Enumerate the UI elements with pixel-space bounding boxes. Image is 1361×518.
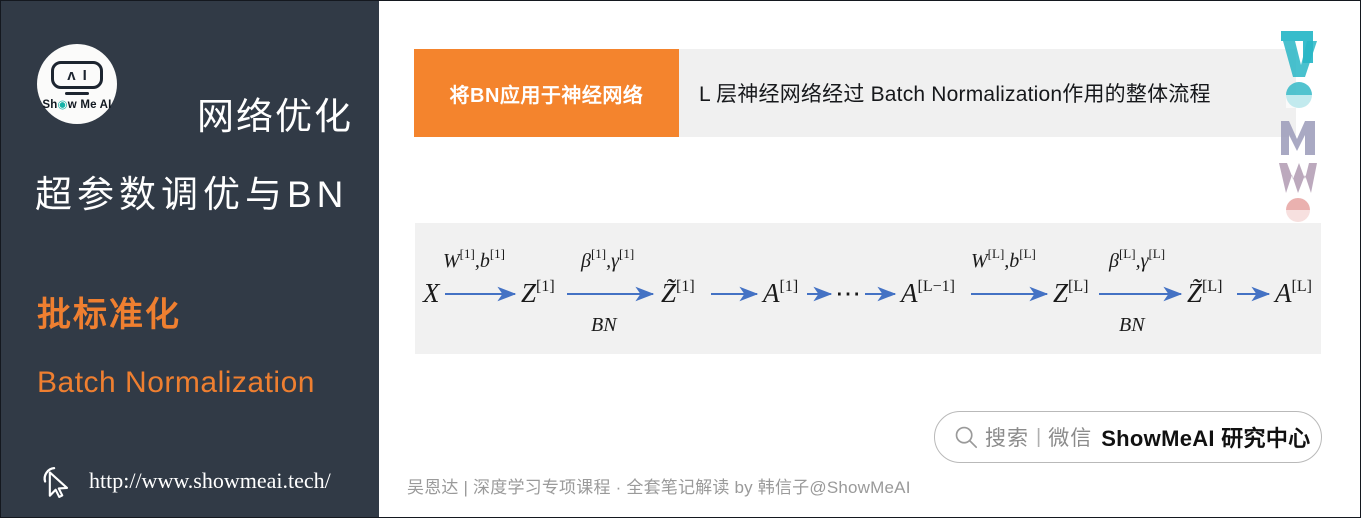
sidebar-title-line2: 超参数调优与BN	[35, 174, 349, 215]
bn-label-2: BN	[1119, 314, 1146, 336]
node-X: X	[422, 278, 441, 308]
sidebar-subject-en: Batch Normalization	[37, 366, 315, 399]
sidebar-title-line1: 网络优化	[197, 96, 353, 137]
section-chip-label: 将BN应用于神经网络	[449, 84, 644, 107]
edge-label-beta1gamma1: β[1],γ[1]	[580, 246, 634, 272]
wechat-search-pill[interactable]: 搜索 | 微信 ShowMeAI 研究中心	[934, 411, 1322, 463]
cursor-pointer-icon	[43, 467, 69, 499]
header-band: 将BN应用于神经网络 L 层神经网络经过 Batch Normalization…	[414, 49, 1296, 137]
search-divider: |	[1036, 425, 1042, 448]
logo-chin-bar	[65, 92, 89, 96]
edge-label-betaLgammaL: β[L],γ[L]	[1108, 246, 1165, 272]
search-channel-label: 微信	[1048, 427, 1093, 450]
page-title: L 层神经网络经过 Batch Normalization作用的整体流程	[699, 83, 1211, 106]
node-AL1: A[L−1]	[899, 278, 955, 308]
node-Z1: Z[1]	[521, 278, 555, 308]
bn-label-1: BN	[591, 314, 618, 336]
sidebar-subject-cn: 批标准化	[37, 296, 181, 334]
search-brand-label: ShowMeAI 研究中心	[1101, 426, 1311, 451]
search-placeholder-label: 搜索	[985, 427, 1029, 450]
logo-wordmark-pre: Sh	[42, 99, 58, 111]
flow-diagram-svg: X Z[1] Z̃[1] A[1] ⋯ A[L−1] Z[L] Z̃[L] A[…	[422, 246, 1312, 336]
sidebar-url-text: http://www.showmeai.tech/	[89, 468, 331, 493]
magnifier-icon	[955, 426, 978, 449]
slide-root: ʌ I Sh◉w Me AI 网络优化 超参数调优与BN 批标准化 Batch …	[0, 0, 1361, 518]
sidebar: ʌ I Sh◉w Me AI 网络优化 超参数调优与BN 批标准化 Batch …	[1, 1, 379, 517]
node-AL: A[L]	[1273, 278, 1312, 308]
showmeai-logo: ʌ I Sh◉w Me AI	[37, 44, 117, 124]
node-ZtildeL: Z̃[L]	[1187, 278, 1222, 308]
logo-wordmark-post: w Me AI	[67, 99, 112, 111]
node-ZL: Z[L]	[1053, 278, 1088, 308]
footer-caption: 吴恩达 | 深度学习专项课程 · 全套笔记解读 by 韩信子@ShowMeAI	[407, 478, 911, 497]
logo-wordmark: Sh◉w Me AI	[37, 97, 117, 111]
sidebar-url-row[interactable]: http://www.showmeai.tech/	[37, 462, 331, 500]
content-area: 将BN应用于神经网络 L 层神经网络经过 Batch Normalization…	[379, 1, 1360, 517]
section-chip: 将BN应用于神经网络	[414, 49, 679, 137]
logo-ai-glyph: ʌ I	[54, 64, 100, 86]
robot-face-icon: ʌ I	[51, 61, 103, 89]
edge-label-W1b1: W[1],b[1]	[443, 246, 505, 272]
node-A1: A[1]	[761, 278, 798, 308]
edge-label-WLbL: W[L],b[L]	[971, 246, 1036, 272]
logo-glyph-right: I	[82, 66, 87, 84]
logo-glyph-left: ʌ	[67, 66, 76, 84]
batch-normalization-flow-diagram: X Z[1] Z̃[1] A[1] ⋯ A[L−1] Z[L] Z̃[L] A[…	[415, 223, 1321, 354]
node-ellipsis: ⋯	[835, 279, 861, 308]
node-Ztilde1: Z̃[1]	[661, 278, 695, 308]
logo-wordmark-dot: ◉	[57, 99, 68, 111]
